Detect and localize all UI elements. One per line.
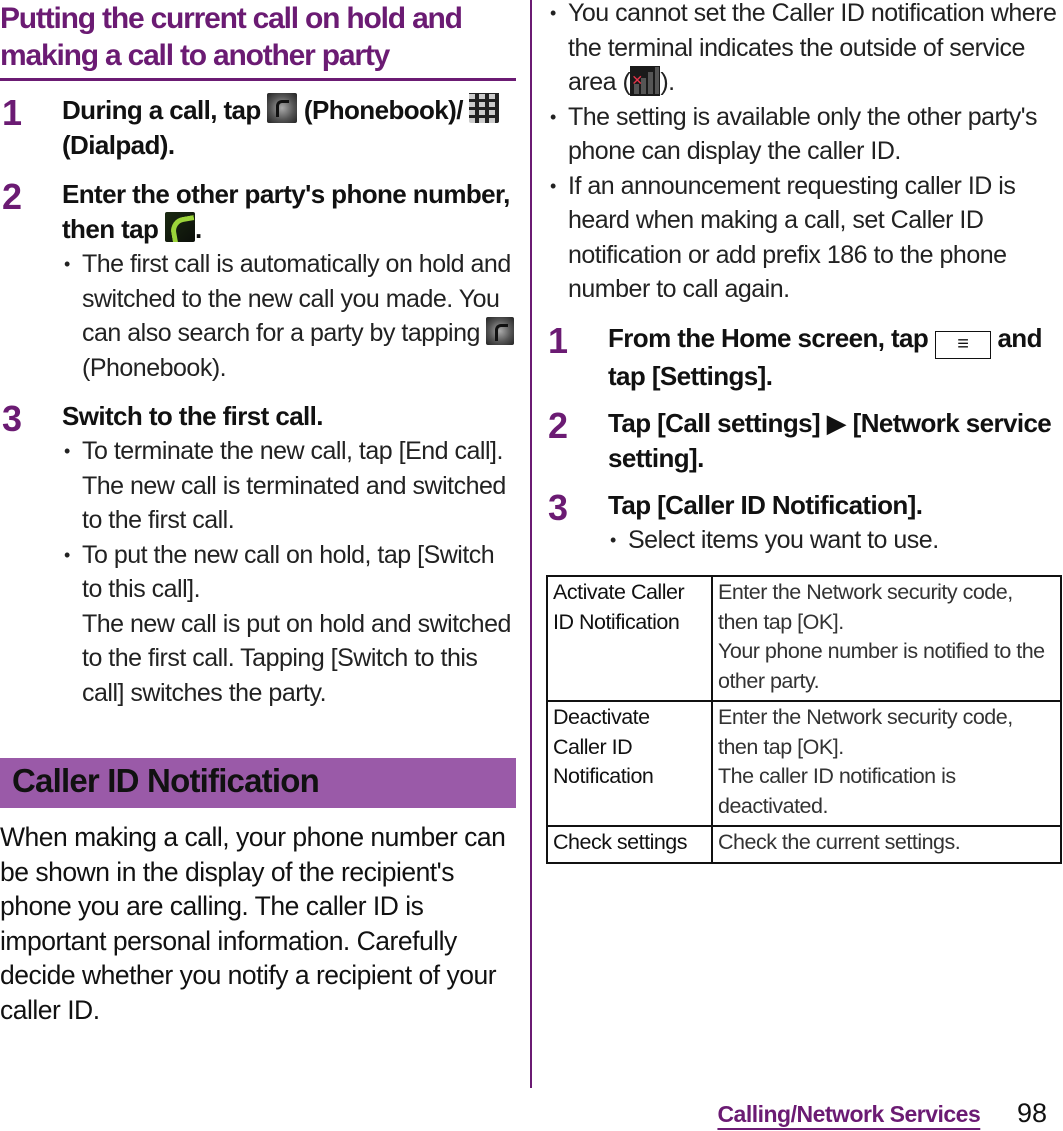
option-description: Check the current settings.	[711, 825, 1062, 864]
step-text-part: From the Home screen, tap	[608, 322, 935, 353]
page-number: 98	[1016, 1098, 1047, 1128]
page-title: Putting the current call on hold and mak…	[0, 2, 463, 72]
intro-paragraph: When making a call, your phone number ca…	[0, 822, 506, 1025]
page-footer: Calling/Network Services 98	[717, 1098, 1047, 1129]
step-2: 2 Enter the other party's phone number, …	[0, 177, 516, 385]
bullet-note: To terminate the new call, tap [End call…	[62, 434, 516, 538]
step-number: 3	[2, 398, 23, 439]
bullet-text: ).	[660, 68, 675, 96]
step-text-part: .	[194, 214, 202, 244]
table-row: Activate Caller ID Notification Enter th…	[546, 575, 1062, 702]
bullet-text: The first call is automatically on hold …	[82, 250, 511, 347]
bullet-note: To put the new call on hold, tap [Switch…	[62, 538, 516, 711]
table-row: Deactivate Caller ID Notification Enter …	[546, 700, 1062, 827]
notes-list: You cannot set the Caller ID notificatio…	[548, 0, 1063, 307]
step-1: 1 During a call, tap (Phonebook)/ (Dialp…	[0, 93, 516, 163]
description-line: The caller ID notification is deactivate…	[718, 764, 956, 818]
step-number: 2	[2, 176, 23, 217]
option-name: Activate Caller ID Notification	[546, 575, 713, 702]
bullet-text: To terminate the new call, tap [End call…	[82, 437, 503, 465]
phonebook-icon	[267, 93, 298, 123]
out-of-service-signal-icon: ✕	[630, 66, 661, 96]
step-text-part: Enter the other party's phone number, th…	[62, 179, 510, 244]
bullet-text: The new call is put on hold and switched…	[82, 609, 511, 707]
description-line: Your phone number is notified to the oth…	[718, 639, 1045, 693]
step-number: 2	[548, 404, 569, 446]
description-line: Check the current settings.	[718, 830, 961, 854]
bullet-note: The first call is automatically on hold …	[62, 247, 516, 385]
description-line: Enter the Network security code, then ta…	[718, 580, 1013, 634]
bullet-text: To put the new call on hold, tap [Switch…	[82, 540, 495, 604]
dialpad-icon	[469, 93, 500, 123]
step-3: 3 Tap [Caller ID Notification]. Select i…	[548, 488, 1063, 558]
step-text: Switch to the first call.	[62, 401, 324, 431]
left-column: Putting the current call on hold and mak…	[0, 0, 516, 1027]
call-icon	[164, 212, 195, 242]
step-1: 1 From the Home screen, tap ≡ and tap [S…	[548, 321, 1063, 394]
column-divider	[530, 0, 532, 1088]
menu-key-icon: ≡	[934, 330, 991, 359]
bullet-note: If an announcement requesting caller ID …	[548, 169, 1063, 307]
step-text-part: During a call, tap	[62, 95, 268, 125]
option-description: Enter the Network security code, then ta…	[711, 700, 1062, 827]
phonebook-icon	[486, 317, 515, 345]
step-text: From the Home screen, tap ≡ and tap [Set…	[608, 321, 1063, 394]
step-text-part: (Dialpad).	[62, 130, 175, 160]
step-text: Tap [Call settings] ▶ [Network service s…	[608, 407, 1052, 473]
table-row: Check settings Check the current setting…	[546, 825, 1062, 864]
options-table: Activate Caller ID Notification Enter th…	[546, 575, 1062, 864]
step-number: 1	[2, 92, 23, 133]
step-3: 3 Switch to the first call. To terminate…	[0, 399, 516, 710]
bullet-note: The setting is available only the other …	[548, 100, 1063, 169]
step-text: Tap [Caller ID Notification].	[608, 489, 923, 520]
bullet-text: The new call is terminated and switched …	[82, 471, 506, 535]
step-number: 1	[548, 319, 569, 361]
right-column: You cannot set the Caller ID notificatio…	[548, 0, 1063, 569]
step-text-part: (Phonebook)/	[297, 95, 470, 125]
step-number: 3	[548, 486, 569, 528]
section-heading: Caller ID Notification	[12, 762, 320, 799]
option-description: Enter the Network security code, then ta…	[711, 575, 1062, 702]
step-text: Enter the other party's phone number, th…	[62, 177, 516, 247]
section-heading-bar: Caller ID Notification	[0, 758, 516, 808]
bullet-note: You cannot set the Caller ID notificatio…	[548, 0, 1063, 100]
section-link[interactable]: Calling/Network Services	[717, 1101, 980, 1127]
step-text: During a call, tap (Phonebook)/ (Dialpad…	[62, 93, 516, 163]
bullet-note: Select items you want to use.	[608, 523, 1063, 558]
setup-steps: 1 From the Home screen, tap ≡ and tap [S…	[548, 321, 1063, 558]
title-rule	[0, 78, 516, 81]
step-2: 2 Tap [Call settings] ▶ [Network service…	[548, 406, 1063, 476]
description-line: Enter the Network security code, then ta…	[718, 705, 1013, 759]
bullet-text: (Phonebook).	[82, 353, 227, 382]
option-name: Check settings	[546, 825, 713, 864]
option-name: Deactivate Caller ID Notification	[546, 700, 713, 827]
